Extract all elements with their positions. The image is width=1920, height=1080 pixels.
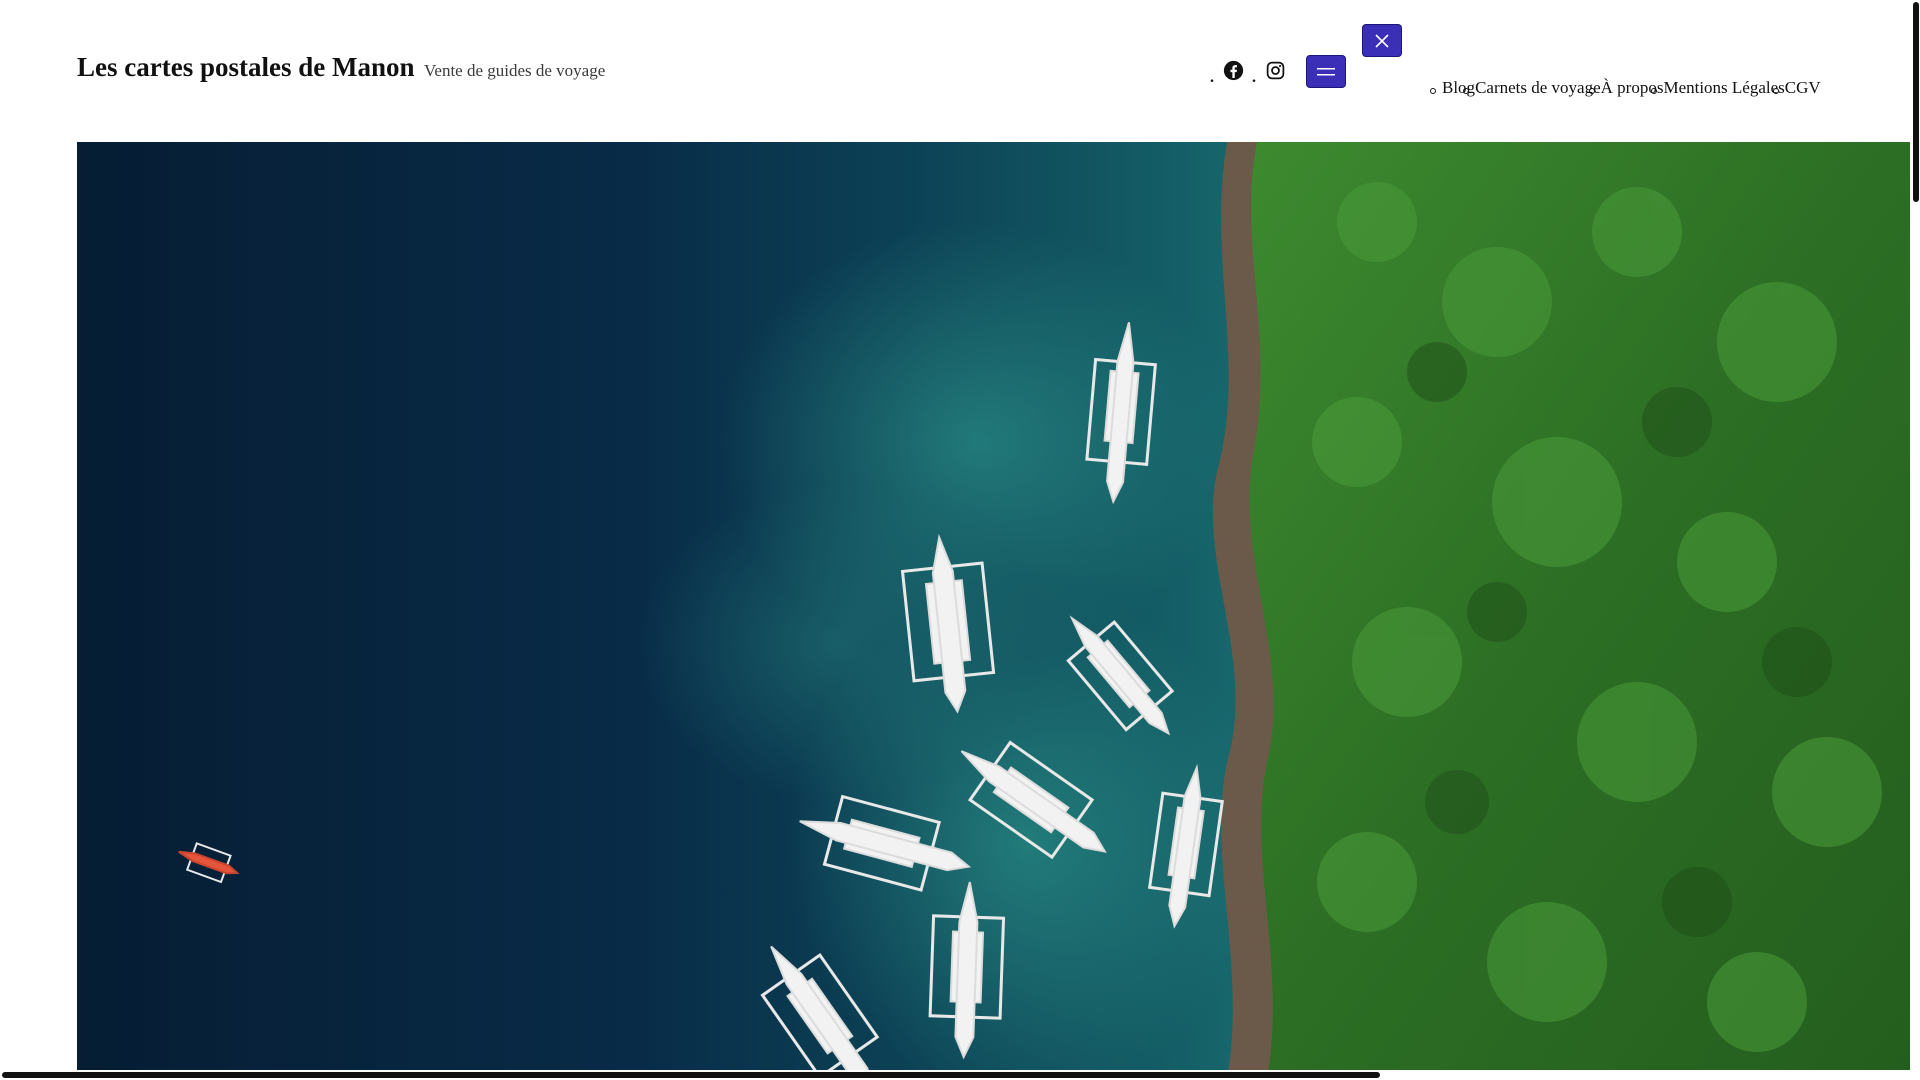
close-icon	[1375, 33, 1389, 48]
hamburger-icon	[1317, 67, 1335, 75]
hero-illustration	[77, 142, 1910, 1080]
hero-image	[77, 142, 1910, 1080]
instagram-link[interactable]	[1261, 56, 1289, 84]
vertical-scrollbar-thumb[interactable]	[1913, 2, 1919, 202]
vertical-scrollbar[interactable]	[1910, 0, 1920, 1080]
nav-item-carnets[interactable]: Carnets de voyage	[1463, 78, 1601, 98]
instagram-icon	[1266, 61, 1284, 79]
site-title[interactable]: Les cartes postales de Manon	[77, 52, 414, 83]
menu-button[interactable]	[1306, 55, 1346, 88]
social-links: . .	[1205, 55, 1289, 87]
nav-item-cgv[interactable]: CGV	[1772, 78, 1821, 98]
nav-item-mentions-legales[interactable]: Mentions Légales	[1651, 78, 1785, 98]
close-menu-button[interactable]	[1362, 24, 1402, 57]
facebook-link[interactable]	[1219, 56, 1247, 84]
site-tagline: Vente de guides de voyage	[424, 61, 606, 80]
page: Les cartes postales de Manon Vente de gu…	[0, 0, 1920, 1080]
horizontal-scrollbar-thumb[interactable]	[2, 1072, 1380, 1078]
horizontal-scrollbar[interactable]	[0, 1070, 1910, 1080]
list-bullet: .	[1209, 62, 1215, 87]
nav-item-blog[interactable]: Blog	[1429, 78, 1475, 98]
main-navigation: Blog Carnets de voyage À propos Mentions…	[1420, 78, 1821, 98]
facebook-icon	[1223, 60, 1243, 80]
list-bullet: .	[1251, 62, 1257, 87]
